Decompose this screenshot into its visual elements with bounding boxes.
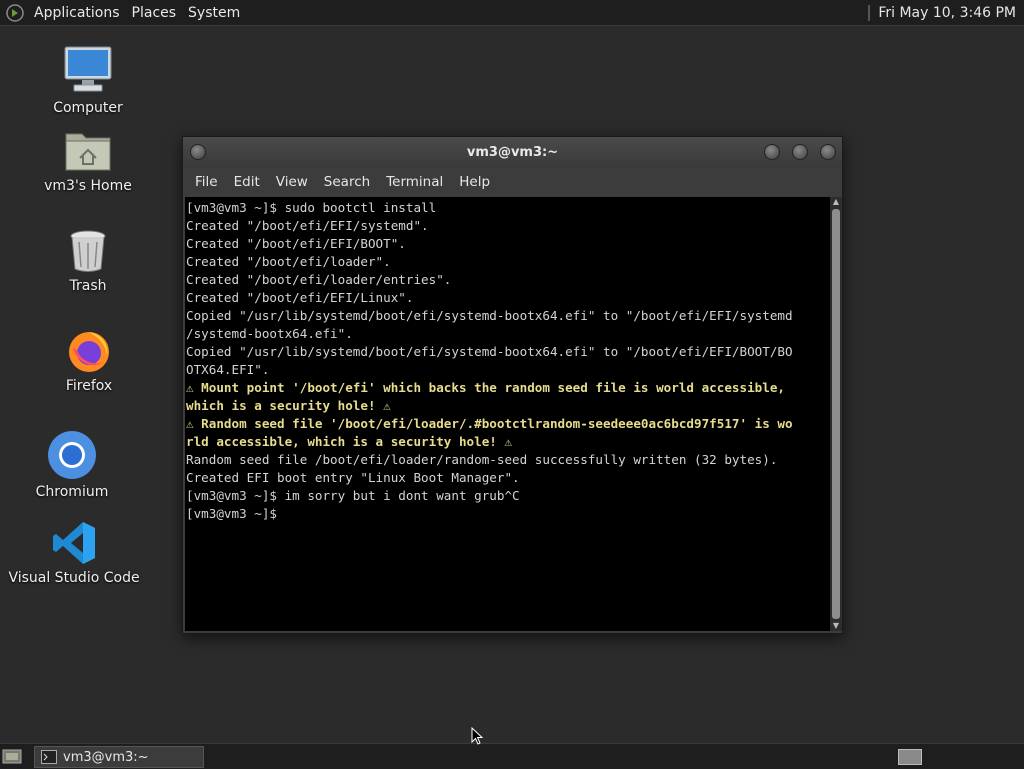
desktop-icon-vscode[interactable]: Visual Studio Code — [8, 520, 140, 586]
home-folder-icon — [65, 133, 111, 171]
maximize-button[interactable] — [792, 144, 808, 160]
desktop-icon-label: Firefox — [65, 378, 113, 394]
terminal-line: Created EFI boot entry "Linux Boot Manag… — [186, 470, 520, 485]
menu-terminal[interactable]: Terminal — [378, 174, 451, 190]
desktop-icon-label: Chromium — [35, 484, 109, 500]
desktop-icon-computer[interactable]: Computer — [28, 44, 148, 116]
terminal-line: Created "/boot/efi/loader/entries". — [186, 272, 452, 287]
terminal-window[interactable]: vm3@vm3:~ File Edit View Search Terminal… — [182, 136, 843, 634]
clock-text: Fri May 10, 3:46 PM — [878, 4, 1016, 21]
terminal-line: OTX64.EFI". — [186, 362, 270, 377]
show-desktop-icon[interactable] — [2, 748, 22, 764]
desktop-icon-home[interactable]: vm3's Home — [28, 126, 148, 194]
vscode-icon — [53, 522, 95, 564]
terminal-line: [vm3@vm3 ~]$ — [186, 506, 285, 521]
menu-help[interactable]: Help — [451, 174, 498, 190]
desktop-icon-chromium[interactable]: Chromium — [12, 430, 132, 500]
taskbar-item-label: vm3@vm3:~ — [63, 749, 149, 765]
system-menu[interactable]: System — [182, 0, 246, 25]
window-titlebar[interactable]: vm3@vm3:~ — [183, 137, 842, 167]
menu-edit[interactable]: Edit — [226, 174, 268, 190]
taskbar-item-terminal[interactable]: vm3@vm3:~ — [34, 746, 204, 768]
desktop-icon-trash[interactable]: Trash — [28, 228, 148, 294]
terminal-line: rld accessible, which is a security hole… — [186, 434, 513, 449]
mouse-cursor-icon — [471, 727, 483, 745]
clock-applet[interactable]: Fri May 10, 3:46 PM — [868, 0, 1024, 25]
terminal-line: Copied "/usr/lib/systemd/boot/efi/system… — [186, 344, 793, 359]
desktop-icon-label: Trash — [69, 278, 107, 294]
terminal-menubar: File Edit View Search Terminal Help — [183, 167, 842, 197]
desktop-icon-firefox[interactable]: Firefox — [29, 326, 149, 394]
terminal-line: ⚠ Mount point '/boot/efi' which backs th… — [186, 380, 785, 395]
window-title: vm3@vm3:~ — [466, 144, 559, 160]
scroll-down-arrow-icon[interactable]: ▼ — [830, 621, 842, 631]
terminal-line: ⚠ Random seed file '/boot/efi/loader/.#b… — [186, 416, 793, 431]
terminal-line: [vm3@vm3 ~]$ sudo bootctl install — [186, 200, 437, 215]
terminal-output[interactable]: [vm3@vm3 ~]$ sudo bootctl install Create… — [185, 197, 830, 631]
firefox-icon — [69, 332, 109, 372]
terminal-line: Created "/boot/efi/EFI/systemd". — [186, 218, 429, 233]
terminal-line: Created "/boot/efi/EFI/Linux". — [186, 290, 414, 305]
chromium-icon — [48, 431, 96, 479]
vertical-scrollbar[interactable]: ▲ ▼ — [830, 197, 842, 631]
terminal-line: Random seed file /boot/efi/loader/random… — [186, 452, 778, 467]
distro-logo-icon[interactable] — [6, 3, 24, 22]
panel-separator — [868, 4, 871, 21]
minimize-button[interactable] — [764, 144, 780, 160]
trash-icon — [70, 230, 106, 272]
menu-search[interactable]: Search — [316, 174, 378, 190]
menu-view[interactable]: View — [268, 174, 316, 190]
terminal-line: [vm3@vm3 ~]$ im sorry but i dont want gr… — [186, 488, 520, 503]
workspace-switcher[interactable] — [898, 749, 922, 765]
terminal-line: Copied "/usr/lib/systemd/boot/efi/system… — [186, 308, 793, 323]
bottom-panel: vm3@vm3:~ — [0, 743, 1024, 769]
terminal-line: /systemd-bootx64.efi". — [186, 326, 353, 341]
desktop-icon-label: Computer — [53, 100, 123, 116]
menu-file[interactable]: File — [187, 174, 226, 190]
terminal-line: which is a security hole! ⚠ — [186, 398, 391, 413]
applications-menu[interactable]: Applications — [28, 0, 126, 25]
terminal-icon — [41, 750, 57, 764]
scrollbar-thumb[interactable] — [832, 209, 840, 619]
computer-icon — [64, 46, 112, 92]
window-menu-button[interactable] — [190, 144, 206, 160]
close-button[interactable] — [820, 144, 836, 160]
places-menu[interactable]: Places — [126, 0, 183, 25]
top-panel: Applications Places System Fri May 10, 3… — [0, 0, 1024, 26]
terminal-line: Created "/boot/efi/EFI/BOOT". — [186, 236, 406, 251]
terminal-line: Created "/boot/efi/loader". — [186, 254, 391, 269]
terminal-text: [vm3@vm3 ~]$ sudo bootctl install Create… — [185, 197, 830, 523]
scroll-up-arrow-icon[interactable]: ▲ — [830, 197, 842, 207]
desktop-icon-label: Visual Studio Code — [8, 570, 140, 586]
desktop-icon-label: vm3's Home — [44, 178, 132, 194]
